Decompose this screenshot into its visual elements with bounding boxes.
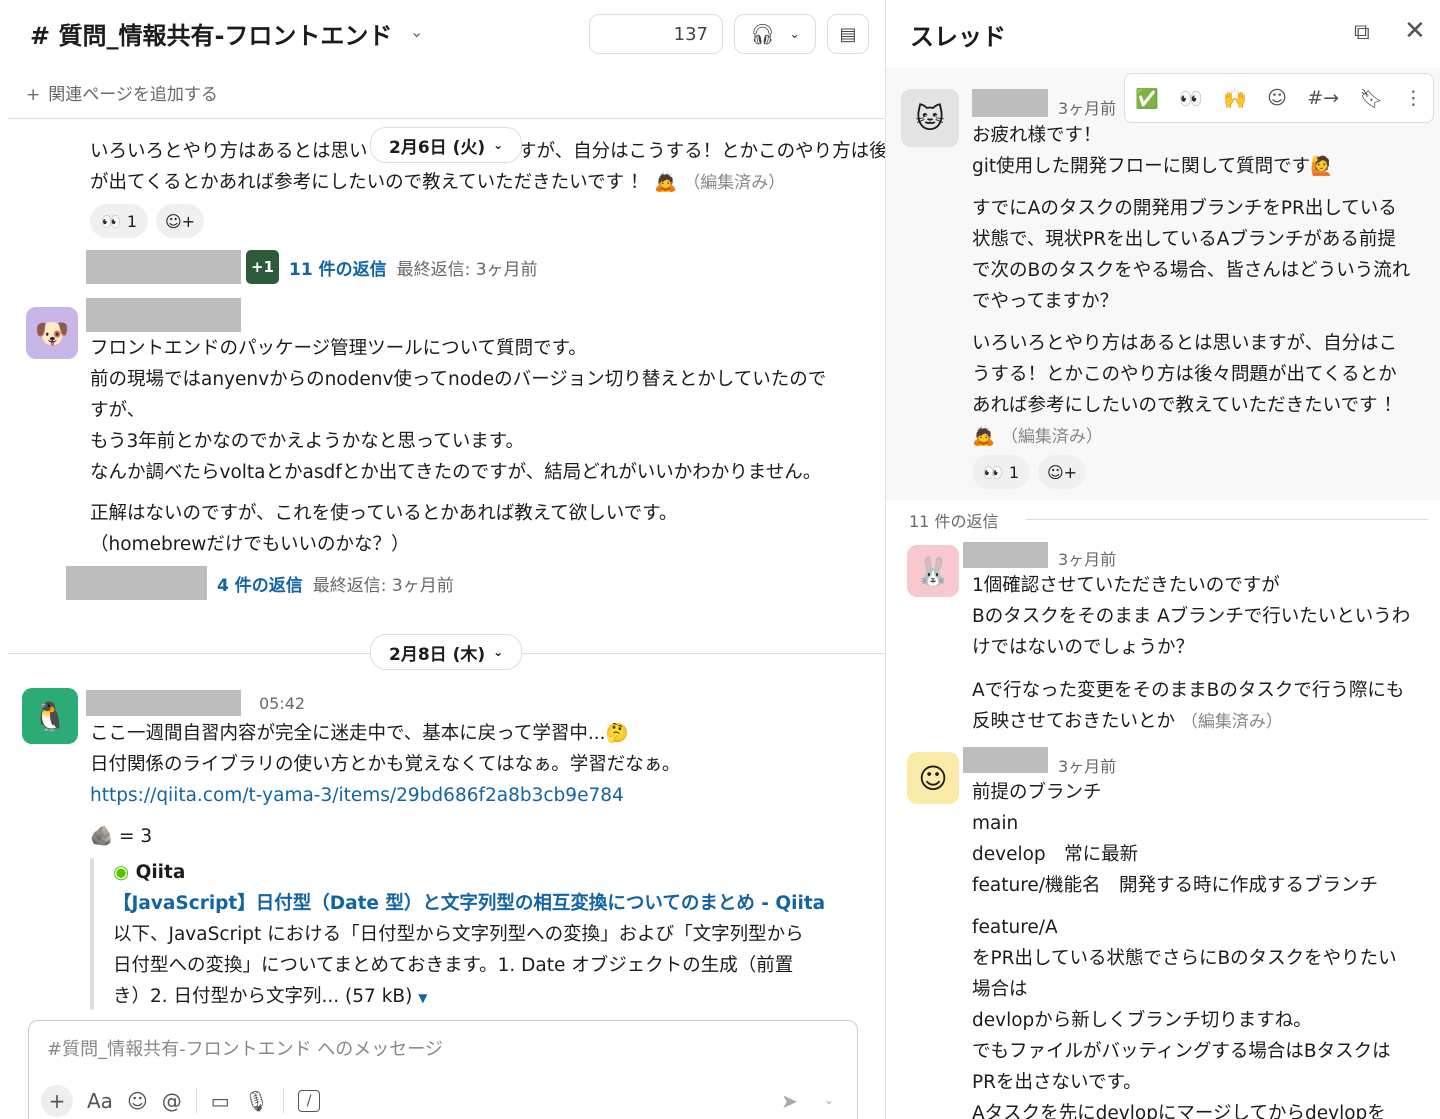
avatar[interactable]: 🐧 xyxy=(22,688,78,744)
slash-command-icon[interactable]: / xyxy=(298,1090,321,1112)
username-redacted[interactable] xyxy=(963,542,1048,568)
username-redacted[interactable] xyxy=(972,89,1048,117)
add-reaction-button[interactable]: ☺+ xyxy=(1038,455,1086,489)
thread-replies-link[interactable]: +1 11 件の返信 最終返信: 3ヶ月前 xyxy=(86,250,538,284)
replier-avatars xyxy=(66,566,207,600)
plus-icon: + xyxy=(26,85,41,105)
plus-icon[interactable]: + xyxy=(41,1085,73,1117)
rock-emoji: 🪨 xyxy=(90,826,114,847)
date-divider-pill[interactable]: 2月6日 (火) ⌄ xyxy=(370,127,523,163)
toolbar-separator xyxy=(195,1088,197,1114)
raising-hand-emoji: 🙋 xyxy=(1310,156,1334,177)
close-icon[interactable]: ✕ xyxy=(1404,16,1426,46)
canvas-button[interactable]: ▤ xyxy=(827,14,869,54)
link-unfurl: ◉ Qiita 【JavaScript】日付型（Date 型）と文字列型の相互変… xyxy=(113,862,826,1007)
message-composer: #質問_情報共有-フロントエンド へのメッセージ + Aa ☺ @ ▭ 🎙︎ /… xyxy=(28,1020,858,1119)
thinking-emoji: 🤔 xyxy=(605,723,629,744)
huddle-button[interactable]: 🎧︎ ⌄ xyxy=(734,14,816,54)
chevron-down-icon: ⌄ xyxy=(789,26,801,42)
unfurl-bar xyxy=(90,858,94,1010)
open-in-window-icon[interactable]: ⧉ xyxy=(1354,20,1370,45)
add-page-button[interactable]: + 関連ページを追加する xyxy=(26,80,218,105)
message-actions-toolbar: ✅ 👀 🙌 ☺ #→ 🔖︎ ⋮ xyxy=(1124,73,1434,123)
add-reaction-button[interactable]: ☺+ xyxy=(156,204,204,238)
unfurl-title-link[interactable]: 【JavaScript】日付型（Date 型）と文字列型の相互変換についてのまと… xyxy=(113,888,825,919)
avatar[interactable]: 🐰 xyxy=(907,545,959,597)
raised-hands-icon[interactable]: 🙌 xyxy=(1223,87,1247,110)
username-redacted[interactable] xyxy=(86,298,241,332)
emoji-icon[interactable]: ☺ xyxy=(127,1089,148,1113)
add-page-label: 関連ページを追加する xyxy=(48,85,218,105)
reaction-eyes[interactable]: 👀 1 xyxy=(90,204,148,238)
username-redacted[interactable] xyxy=(963,747,1048,773)
send-icon[interactable]: ➤ xyxy=(781,1089,798,1113)
message-input[interactable]: #質問_情報共有-フロントエンド へのメッセージ xyxy=(47,1035,443,1061)
channel-title[interactable]: # 質問_情報共有-フロントエンド xyxy=(30,16,392,51)
format-text-button[interactable]: Aa xyxy=(87,1089,113,1113)
message-link[interactable]: https://qiita.com/t-yama-3/items/29bd686… xyxy=(90,780,680,811)
avatar[interactable]: 🐱 xyxy=(901,89,959,147)
divider xyxy=(1026,519,1428,520)
chevron-down-icon[interactable]: ⌄ xyxy=(824,1093,834,1107)
reply-count[interactable]: 4 件の返信 xyxy=(217,571,303,596)
last-reply: 最終返信: 3ヶ月前 xyxy=(396,259,538,280)
bowing-emoji: 🙇 xyxy=(654,172,678,193)
thread-pane: スレッド ⧉ ✕ 🐱 3ヶ月前 ✅ 👀 🙌 ☺ #→ 🔖︎ ⋮ お疲れ様です！ … xyxy=(885,0,1440,1119)
mention-icon[interactable]: @ xyxy=(162,1089,182,1113)
video-icon[interactable]: ▭ xyxy=(211,1089,230,1113)
toolbar-separator xyxy=(283,1088,285,1114)
timestamp[interactable]: 05:42 xyxy=(259,694,305,713)
reply-avatar-badge: +1 xyxy=(246,250,279,284)
qiita-icon: ◉ xyxy=(113,862,130,883)
message-text: 1個確認させていただきたいのですが Bのタスクをそのまま Aブランチで行いたいとい… xyxy=(972,575,1411,732)
canvas-icon: ▤ xyxy=(839,23,857,45)
member-count-button[interactable]: 137 xyxy=(589,14,723,54)
channel-pane: # 質問_情報共有-フロントエンド ⌄ 137 🎧︎ ⌄ ▤ + 関連ページを追加す… xyxy=(0,0,885,1119)
thread-replies-link[interactable]: 4 件の返信 最終返信: 3ヶ月前 xyxy=(66,566,454,600)
avatar[interactable]: 🐶 xyxy=(26,307,78,359)
avatar[interactable]: ☺ xyxy=(907,752,959,804)
bookmark-icon[interactable]: 🔖︎ xyxy=(1359,87,1383,110)
message-text: 前提のブランチ main develop 常に最新 feature/機能名 開発する時… xyxy=(972,782,1397,1119)
collapse-icon[interactable]: ▼ xyxy=(418,991,427,1005)
microphone-icon[interactable]: 🎙︎ xyxy=(244,1089,269,1113)
message-text: お疲れ様です！ git使用した開発フローに関して質問です🙋 すでにAのタスクの開… xyxy=(972,125,1411,447)
share-to-channel-icon[interactable]: #→ xyxy=(1307,87,1339,109)
replier-avatars xyxy=(86,250,241,284)
username-redacted[interactable] xyxy=(86,690,241,716)
reply-count[interactable]: 11 件の返信 xyxy=(289,255,387,280)
timestamp[interactable]: 3ヶ月前 xyxy=(1058,753,1116,777)
header-divider xyxy=(8,118,885,119)
message-text: ここ一週間自習内容が完全に迷走中で、基本に戻って学習中...🤔 日付関係のライブ… xyxy=(90,718,680,811)
headphones-icon: 🎧︎ xyxy=(749,22,776,46)
add-emoji-icon: ☺+ xyxy=(164,211,196,231)
reply-count-divider: 11 件の返信 xyxy=(909,512,999,531)
timestamp[interactable]: 3ヶ月前 xyxy=(1058,95,1116,119)
check-mark-icon[interactable]: ✅ xyxy=(1135,87,1159,110)
eyes-icon[interactable]: 👀 xyxy=(1179,87,1203,110)
date-divider-pill[interactable]: 2月8日 (木) ⌄ xyxy=(370,634,523,670)
reaction-eyes[interactable]: 👀 1 xyxy=(972,455,1030,489)
more-actions-icon[interactable]: ⋮ xyxy=(1404,87,1423,109)
add-emoji-icon[interactable]: ☺ xyxy=(1267,87,1287,109)
eyes-icon: 👀 xyxy=(100,211,121,231)
chevron-down-icon[interactable]: ⌄ xyxy=(410,22,423,41)
eyes-icon: 👀 xyxy=(982,462,1003,482)
bowing-emoji: 🙇 xyxy=(972,426,996,447)
message-text: フロントエンドのパッケージ管理ツールについて質問です。 前の現場ではanyenvか… xyxy=(90,338,827,555)
timestamp[interactable]: 3ヶ月前 xyxy=(1058,546,1116,570)
thread-title: スレッド xyxy=(910,23,1006,51)
add-emoji-icon: ☺+ xyxy=(1046,462,1078,482)
rock-reaction-line: 🪨 = 3 xyxy=(90,826,153,847)
member-count: 137 xyxy=(673,23,708,45)
last-reply: 最終返信: 3ヶ月前 xyxy=(312,575,454,596)
